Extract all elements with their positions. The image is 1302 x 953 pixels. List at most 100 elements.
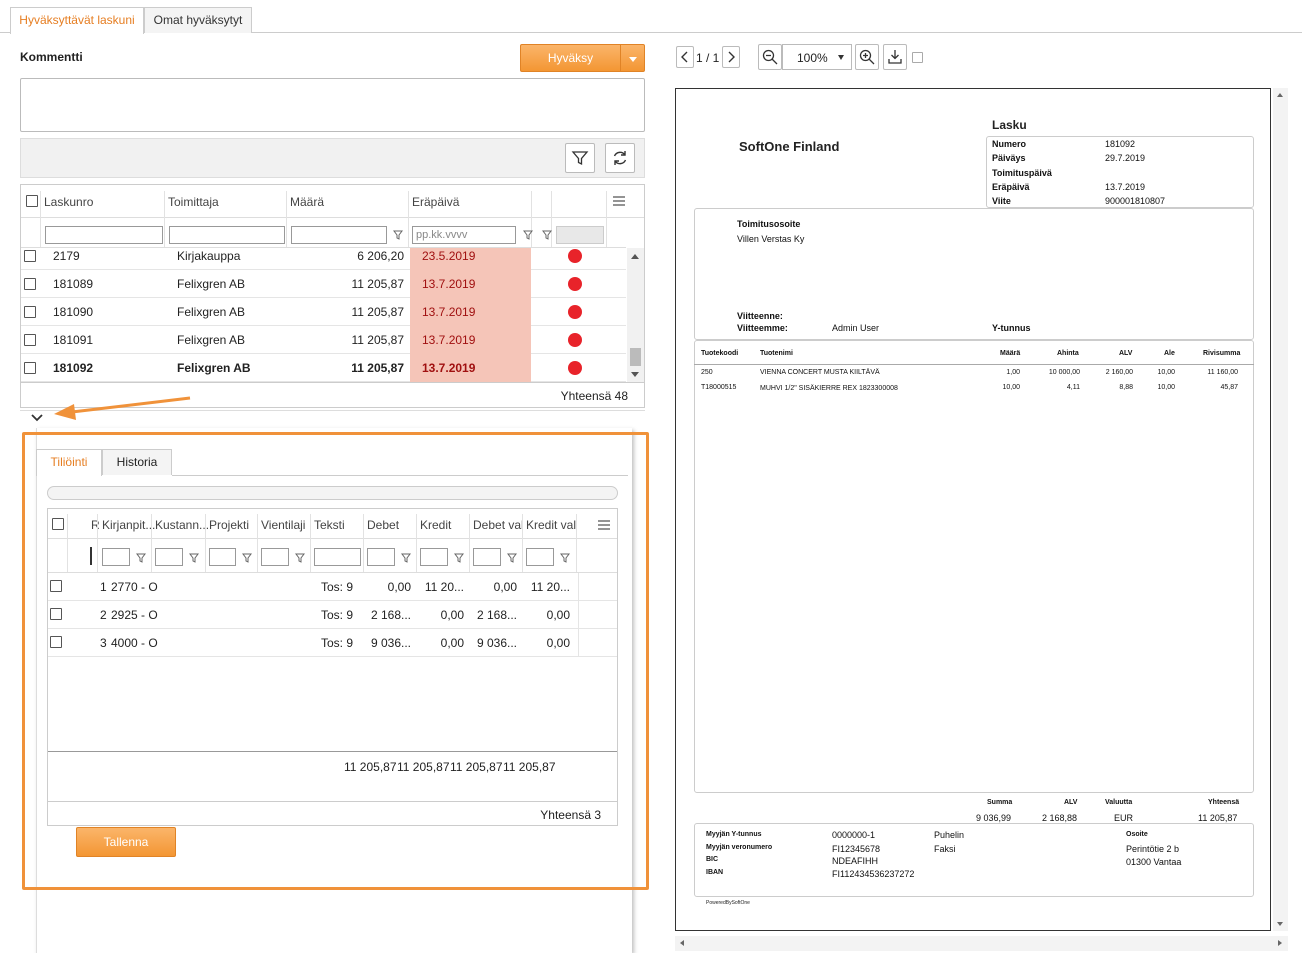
grid-scrollbar[interactable] xyxy=(627,248,644,382)
acc-header-kirjanpito[interactable]: Kirjanpit... xyxy=(102,518,155,532)
row-checkbox[interactable] xyxy=(50,608,62,620)
filter-icon[interactable] xyxy=(242,552,252,566)
acc-row-number: 1 xyxy=(100,580,107,594)
status-dot xyxy=(568,361,582,375)
scroll-down-icon[interactable] xyxy=(1277,922,1283,926)
sum-kredit-val: 11 205,87 xyxy=(503,760,556,774)
scroll-down-icon[interactable] xyxy=(631,372,639,377)
filter-maara-input[interactable] xyxy=(291,226,387,244)
sum-debet-val: 11 205,87 xyxy=(450,760,503,774)
row-checkbox[interactable] xyxy=(50,636,62,648)
acc-select-all-checkbox[interactable] xyxy=(52,518,64,530)
acc-filter-debet-val[interactable] xyxy=(473,548,501,566)
doc-line-discount: 10,00 xyxy=(1157,384,1175,391)
approve-dropdown-button[interactable] xyxy=(620,44,645,72)
viewer-vscrollbar[interactable] xyxy=(1273,88,1288,931)
row-checkbox[interactable] xyxy=(24,362,36,374)
prev-page-button[interactable] xyxy=(676,46,694,68)
row-checkbox[interactable] xyxy=(24,278,36,290)
table-row[interactable]: 181090 Felixgren AB 11 205,87 13.7.2019 xyxy=(21,298,626,326)
acc-header-kustannus[interactable]: Kustann... xyxy=(155,518,209,532)
comment-textarea[interactable] xyxy=(20,78,645,132)
filter-icon[interactable] xyxy=(401,552,411,566)
doc-delivery-label: Toimitusosoite xyxy=(737,219,801,229)
acc-filter-vientilaji[interactable] xyxy=(261,548,289,566)
acc-filter-kirjanpito[interactable] xyxy=(102,548,130,566)
approve-button[interactable]: Hyväksy xyxy=(520,44,620,72)
header-toimittaja[interactable]: Toimittaja xyxy=(168,195,219,209)
filter-erapaiva-input[interactable]: pp.kk.vvvv xyxy=(412,226,516,244)
tab-own-approved[interactable]: Omat hyväksytyt xyxy=(144,7,252,33)
table-row[interactable]: 2179 Kirjakauppa 6 206,20 23.5.2019 xyxy=(21,248,626,270)
table-row[interactable]: 181089 Felixgren AB 11 205,87 13.7.2019 xyxy=(21,270,626,298)
zoom-out-button[interactable] xyxy=(758,44,782,70)
acc-header-kredit[interactable]: Kredit xyxy=(420,518,451,532)
filter-toimittaja-input[interactable] xyxy=(169,226,285,244)
acc-header-debet[interactable]: Debet xyxy=(367,518,399,532)
acc-filter-kustannus[interactable] xyxy=(155,548,183,566)
filter-status-icon[interactable] xyxy=(542,229,552,243)
viewer-checkbox[interactable] xyxy=(912,52,923,63)
scroll-right-icon[interactable] xyxy=(1278,940,1282,946)
filter-icon[interactable] xyxy=(189,552,199,566)
acc-filter-projekti[interactable] xyxy=(209,548,236,566)
acc-header-debet-val[interactable]: Debet val xyxy=(473,518,524,532)
row-checkbox[interactable] xyxy=(24,334,36,346)
download-button[interactable] xyxy=(883,44,907,70)
table-row-selected[interactable]: 181092 Felixgren AB 11 205,87 13.7.2019 xyxy=(21,354,626,382)
row-checkbox[interactable] xyxy=(24,250,36,262)
status-dot xyxy=(568,333,582,347)
zoom-in-button[interactable] xyxy=(855,44,879,70)
header-laskunro[interactable]: Laskunro xyxy=(44,195,93,209)
tab-tiliointi[interactable]: Tiliöinti xyxy=(36,449,102,476)
invoice-total: Yhteensä 48 xyxy=(560,389,628,403)
scroll-left-icon[interactable] xyxy=(680,940,684,946)
save-button[interactable]: Tallenna xyxy=(76,827,176,857)
acc-filter-debet[interactable] xyxy=(367,548,395,566)
zoom-out-icon xyxy=(762,49,778,65)
filter-icon[interactable] xyxy=(136,552,146,566)
row-maara: 11 205,87 xyxy=(351,305,405,319)
filter-status-input[interactable] xyxy=(556,226,604,244)
collapse-button[interactable] xyxy=(30,412,44,426)
scroll-up-icon[interactable] xyxy=(1277,93,1283,97)
refresh-button[interactable] xyxy=(605,143,635,173)
table-row[interactable]: 1 2770 - O Tos: 9 0,00 11 20... 0,00 11 … xyxy=(48,573,617,601)
next-page-button[interactable] xyxy=(722,46,740,68)
page-indicator: 1 / 1 xyxy=(696,51,720,65)
tab-historia[interactable]: Historia xyxy=(102,449,172,475)
filter-maara-icon[interactable] xyxy=(393,229,403,243)
row-checkbox[interactable] xyxy=(24,306,36,318)
select-all-checkbox[interactable] xyxy=(26,195,38,207)
filter-icon[interactable] xyxy=(560,552,570,566)
header-erapaiva[interactable]: Eräpäivä xyxy=(412,195,459,209)
row-checkbox[interactable] xyxy=(50,580,62,592)
tab-pending-invoices[interactable]: Hyväksyttävät laskuni xyxy=(10,7,144,34)
table-row[interactable]: 2 2925 - O Tos: 9 2 168... 0,00 2 168...… xyxy=(48,601,617,629)
scroll-thumb[interactable] xyxy=(630,348,641,366)
doc-title: Lasku xyxy=(992,118,1027,132)
table-row[interactable]: 181091 Felixgren AB 11 205,87 13.7.2019 xyxy=(21,326,626,354)
zoom-select[interactable]: 100% xyxy=(782,44,852,70)
filter-icon[interactable] xyxy=(295,552,305,566)
header-maara[interactable]: Määrä xyxy=(290,195,324,209)
acc-filter-kredit-val[interactable] xyxy=(526,548,554,566)
acc-header-kredit-val[interactable]: Kredit val xyxy=(526,518,576,532)
filter-icon[interactable] xyxy=(454,552,464,566)
table-row[interactable]: 3 4000 - O Tos: 9 9 036... 0,00 9 036...… xyxy=(48,629,617,657)
doc-seller-key: IBAN xyxy=(706,869,724,876)
acc-column-menu-button[interactable] xyxy=(598,519,610,533)
filter-laskunro-input[interactable] xyxy=(45,226,163,244)
filter-erapaiva-icon[interactable] xyxy=(523,229,533,243)
acc-header-vientilaji[interactable]: Vientilaji xyxy=(261,518,305,532)
viewer-hscrollbar[interactable] xyxy=(675,936,1288,951)
filter-icon[interactable] xyxy=(507,552,517,566)
acc-filter-teksti[interactable] xyxy=(314,548,361,566)
column-menu-button[interactable] xyxy=(613,195,625,209)
col-divider xyxy=(578,573,579,657)
acc-header-projekti[interactable]: Projekti xyxy=(209,518,249,532)
filter-button[interactable] xyxy=(565,143,595,173)
acc-header-teksti[interactable]: Teksti xyxy=(314,518,345,532)
scroll-up-icon[interactable] xyxy=(631,254,639,259)
acc-filter-kredit[interactable] xyxy=(420,548,448,566)
